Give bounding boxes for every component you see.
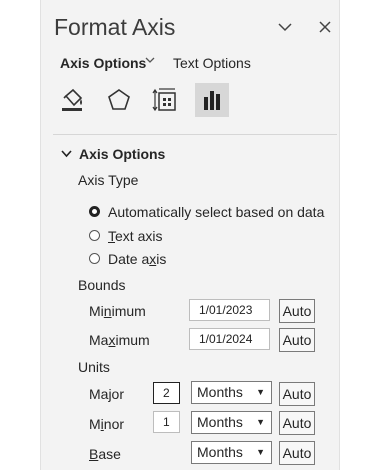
major-label: Major [89, 386, 125, 402]
minor-unit-value: Months [197, 414, 243, 430]
radio-automatic[interactable] [89, 206, 100, 217]
minor-label: Minor [89, 416, 125, 432]
dropdown-arrow-icon: ▼ [256, 447, 265, 457]
effects-pentagon-icon[interactable] [102, 83, 136, 117]
format-axis-pane: Format Axis Axis Options Text Options Ax… [40, 0, 340, 470]
divider [53, 134, 337, 135]
section-collapse-icon[interactable] [61, 147, 72, 162]
section-title: Axis Options [79, 146, 166, 162]
base-auto-button[interactable]: Auto [279, 441, 315, 465]
axis-options-dropdown-icon[interactable] [144, 53, 156, 69]
tab-text-options[interactable]: Text Options [173, 55, 251, 71]
minor-auto-button[interactable]: Auto [279, 411, 315, 435]
base-unit-select[interactable]: Months ▼ [191, 441, 272, 464]
radio-text-axis-label[interactable]: Text axis [108, 228, 162, 244]
radio-text-axis[interactable] [89, 230, 100, 241]
radio-indicator[interactable] [89, 253, 100, 264]
base-label: Base [89, 446, 121, 462]
maximum-auto-button[interactable]: Auto [279, 328, 315, 352]
radio-indicator[interactable] [89, 230, 100, 241]
dropdown-arrow-icon: ▼ [256, 387, 265, 397]
axis-type-label: Axis Type [78, 172, 139, 188]
minimum-label: Minimum [89, 303, 146, 319]
radio-automatic-label[interactable]: Automatically select based on data [108, 204, 324, 220]
base-unit-value: Months [197, 444, 243, 460]
radio-indicator[interactable] [89, 206, 100, 217]
close-icon[interactable] [317, 18, 333, 41]
radio-date-axis-label[interactable]: Date axis [108, 251, 166, 267]
minor-input[interactable]: 1 [153, 411, 180, 433]
minor-unit-select[interactable]: Months ▼ [191, 411, 272, 434]
dropdown-arrow-icon: ▼ [256, 417, 265, 427]
radio-date-axis[interactable] [89, 253, 100, 264]
major-unit-value: Months [197, 384, 243, 400]
tab-axis-options[interactable]: Axis Options [60, 55, 146, 71]
minimum-auto-button[interactable]: Auto [279, 299, 315, 323]
pane-title: Format Axis [54, 14, 176, 40]
maximum-input[interactable]: 1/01/2024 [189, 328, 270, 350]
minimum-input[interactable]: 1/01/2023 [189, 299, 270, 321]
major-auto-button[interactable]: Auto [279, 382, 315, 406]
maximum-label: Maximum [89, 332, 150, 348]
major-input[interactable]: 2 [153, 382, 180, 404]
fill-line-icon[interactable] [55, 83, 89, 117]
units-label: Units [78, 359, 110, 375]
size-properties-icon[interactable] [148, 83, 182, 117]
major-unit-select[interactable]: Months ▼ [191, 381, 272, 404]
chevron-down-icon[interactable] [277, 18, 293, 41]
bounds-label: Bounds [78, 277, 126, 293]
axis-options-chart-icon[interactable] [195, 83, 229, 117]
